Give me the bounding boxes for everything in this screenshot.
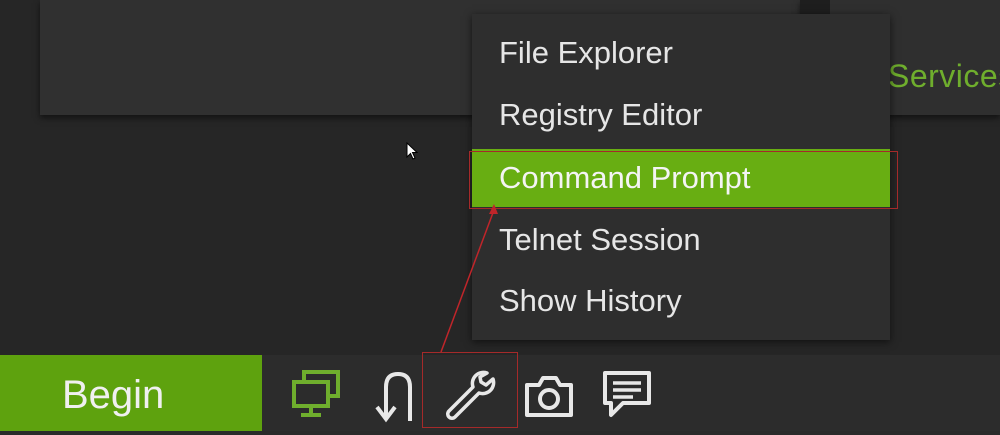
services-link[interactable]: Services — [888, 58, 1000, 95]
u-turn-arrow-icon[interactable] — [367, 365, 427, 425]
chat-icon[interactable] — [597, 365, 657, 425]
wrench-icon[interactable] — [440, 365, 500, 425]
menu-item-registry-editor[interactable]: Registry Editor — [472, 86, 890, 144]
menu-item-file-explorer[interactable]: File Explorer — [472, 24, 890, 82]
menu-item-command-prompt[interactable]: Command Prompt — [472, 149, 890, 207]
begin-button[interactable]: Begin — [0, 355, 262, 431]
context-menu: File Explorer Registry Editor Command Pr… — [472, 14, 890, 340]
mouse-cursor-icon — [406, 142, 419, 160]
camera-icon[interactable] — [519, 365, 579, 425]
menu-item-telnet-session[interactable]: Telnet Session — [472, 211, 890, 269]
taskbar: Begin — [0, 355, 1000, 431]
menu-item-show-history[interactable]: Show History — [472, 272, 890, 330]
panel-divider — [800, 0, 830, 15]
monitors-icon[interactable] — [286, 365, 346, 425]
